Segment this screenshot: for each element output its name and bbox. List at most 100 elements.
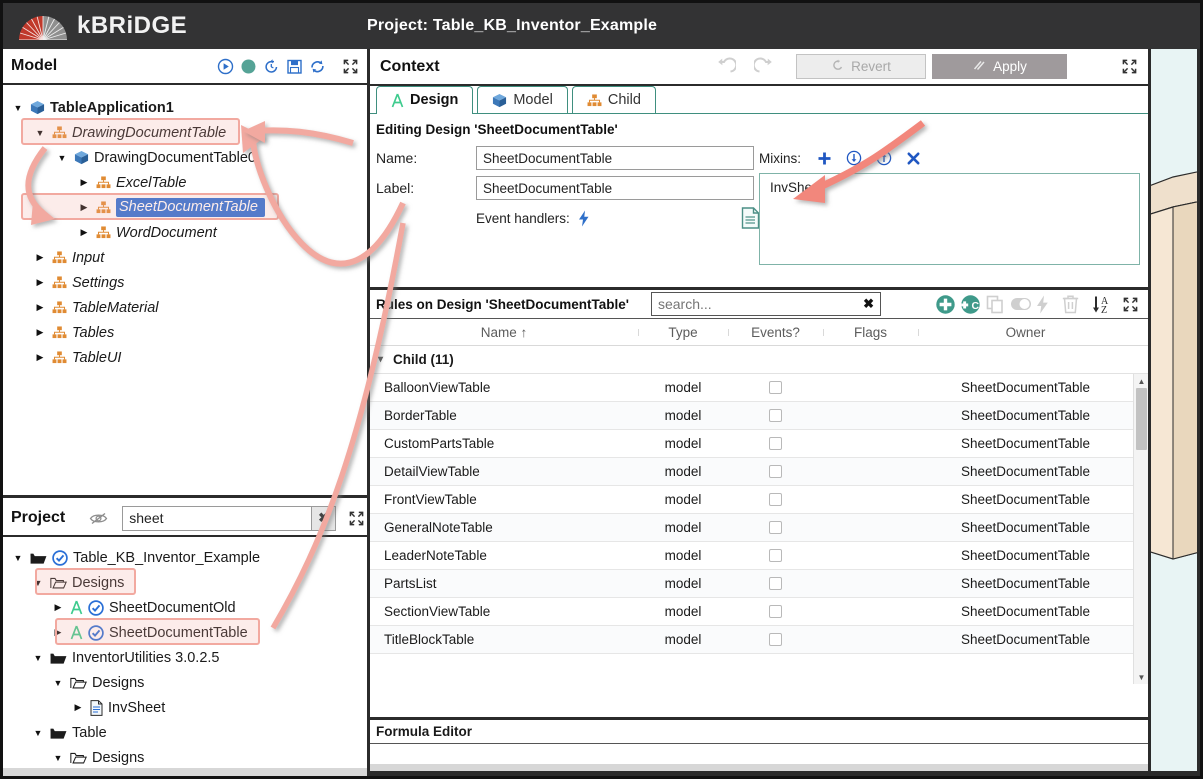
model-tree[interactable]: TableApplication1 DrawingDocumentTable Dra… (3, 85, 367, 370)
caret-down-icon[interactable] (51, 678, 65, 688)
caret-right-icon[interactable] (77, 177, 91, 188)
toggle-rule-icon[interactable] (1010, 296, 1032, 312)
events-checkbox[interactable] (769, 381, 782, 394)
rules-search-clear-icon[interactable]: ✖ (863, 296, 874, 312)
project-tree-node[interactable]: InvSheet (11, 695, 367, 720)
scroll-up-icon[interactable]: ▲ (1134, 374, 1148, 388)
caret-right-icon[interactable] (77, 202, 91, 213)
add-mixin-icon[interactable] (817, 151, 832, 166)
caret-right-icon[interactable] (51, 627, 65, 638)
revert-button[interactable]: Revert (796, 54, 926, 79)
table-row[interactable]: LeaderNoteTable model SheetDocumentTable (370, 542, 1148, 570)
hide-eye-icon[interactable] (89, 511, 108, 526)
model-viewport[interactable] (1151, 49, 1197, 771)
caret-right-icon[interactable] (71, 702, 85, 713)
project-search-input[interactable] (122, 505, 313, 531)
move-mixin-down-icon[interactable] (846, 150, 862, 166)
scroll-thumb[interactable] (1136, 388, 1147, 450)
label-input[interactable] (476, 176, 754, 200)
caret-down-icon[interactable] (31, 728, 45, 738)
redo-icon[interactable] (754, 56, 776, 78)
caret-right-icon[interactable] (33, 252, 47, 263)
copy-rule-icon[interactable] (985, 294, 1006, 315)
events-checkbox[interactable] (769, 409, 782, 422)
table-row[interactable]: CustomPartsTable model SheetDocumentTable (370, 430, 1148, 458)
caret-down-icon[interactable] (51, 753, 65, 763)
tab-model[interactable]: Model (477, 86, 568, 113)
column-header-flags[interactable]: Flags (823, 325, 918, 340)
model-tree-node[interactable]: TableApplication1 (11, 95, 367, 120)
tab-child[interactable]: Child (571, 86, 656, 113)
project-tree-node[interactable]: Table_KB_Inventor_Example (11, 545, 367, 570)
table-row[interactable]: BalloonViewTable model SheetDocumentTable (370, 374, 1148, 402)
column-header-name[interactable]: Name ↑ (370, 325, 638, 340)
caret-down-icon[interactable] (11, 103, 25, 113)
formula-hscrollbar[interactable] (370, 764, 1148, 771)
events-checkbox[interactable] (769, 521, 782, 534)
apply-button[interactable]: Apply (932, 54, 1067, 79)
table-row[interactable]: BorderTable model SheetDocumentTable (370, 402, 1148, 430)
events-checkbox[interactable] (769, 465, 782, 478)
expand-icon[interactable] (348, 510, 365, 527)
project-tree-node[interactable]: Designs (11, 670, 367, 695)
caret-down-icon[interactable] (31, 578, 45, 588)
table-row[interactable]: TitleBlockTable model SheetDocumentTable (370, 626, 1148, 654)
project-hscrollbar[interactable] (3, 768, 367, 776)
caret-right-icon[interactable] (33, 352, 47, 363)
column-header-type[interactable]: Type (638, 325, 728, 340)
table-row[interactable]: SectionViewTable model SheetDocumentTable (370, 598, 1148, 626)
context-tabs[interactable]: Design Model Child (370, 86, 1148, 114)
undo-icon[interactable] (714, 56, 736, 78)
project-tree-node[interactable]: Designs (11, 570, 367, 595)
tab-design[interactable]: Design (376, 86, 474, 114)
caret-right-icon[interactable] (77, 227, 91, 238)
delete-rule-icon[interactable] (1061, 294, 1080, 314)
model-tree-node[interactable]: ExcelTable (11, 170, 367, 195)
save-icon[interactable] (286, 58, 303, 75)
model-tree-node[interactable]: WordDocument (11, 220, 367, 245)
model-tree-node[interactable]: Settings (11, 270, 367, 295)
model-tree-node[interactable]: TableMaterial (11, 295, 367, 320)
column-header-owner[interactable]: Owner (918, 325, 1133, 340)
events-checkbox[interactable] (769, 577, 782, 590)
move-mixin-up-icon[interactable] (876, 150, 892, 166)
model-tree-node[interactable]: TableUI (11, 345, 367, 370)
lightning-icon[interactable] (578, 210, 590, 227)
project-tree[interactable]: Table_KB_Inventor_Example Designs SheetDoc… (3, 537, 367, 770)
document-icon[interactable] (741, 207, 760, 229)
add-child-rule-icon[interactable]: C (960, 294, 981, 315)
events-checkbox[interactable] (769, 437, 782, 450)
project-tree-node[interactable]: SheetDocumentTable (11, 620, 367, 645)
caret-down-icon[interactable] (33, 128, 47, 138)
table-row[interactable]: PartsList model SheetDocumentTable (370, 570, 1148, 598)
project-search-clear-icon[interactable]: ✖ (312, 505, 337, 531)
model-tree-node[interactable]: Input (11, 245, 367, 270)
add-rule-icon[interactable] (935, 294, 956, 315)
run-icon[interactable] (217, 58, 234, 75)
status-circle-icon[interactable] (240, 58, 257, 75)
remove-mixin-icon[interactable] (906, 151, 921, 166)
mixins-list[interactable]: InvSheet (759, 173, 1140, 265)
caret-right-icon[interactable] (51, 602, 65, 613)
project-tree-node[interactable]: Table (11, 720, 367, 745)
formula-editor-body[interactable] (370, 745, 1148, 764)
model-tree-node[interactable]: DrawingDocumentTable0 (11, 145, 367, 170)
mixin-item[interactable]: InvSheet (760, 174, 823, 195)
events-checkbox[interactable] (769, 493, 782, 506)
project-tree-node[interactable]: InventorUtilities 3.0.2.5 (11, 645, 367, 670)
caret-right-icon[interactable] (33, 302, 47, 313)
chevron-down-icon[interactable]: ▾ (378, 354, 383, 365)
expand-icon[interactable] (342, 58, 359, 75)
rules-group-row[interactable]: ▾ Child (11) (370, 346, 1148, 374)
refresh-icon[interactable] (309, 58, 326, 75)
caret-right-icon[interactable] (33, 277, 47, 288)
model-tree-node[interactable]: Tables (11, 320, 367, 345)
caret-down-icon[interactable] (31, 653, 45, 663)
model-tree-node[interactable]: SheetDocumentTable (11, 195, 367, 220)
caret-down-icon[interactable] (11, 553, 25, 563)
project-tree-node[interactable]: SheetDocumentOld (11, 595, 367, 620)
expand-icon[interactable] (1122, 296, 1139, 313)
expand-icon[interactable] (1121, 58, 1138, 75)
history-icon[interactable] (263, 58, 280, 75)
events-checkbox[interactable] (769, 633, 782, 646)
